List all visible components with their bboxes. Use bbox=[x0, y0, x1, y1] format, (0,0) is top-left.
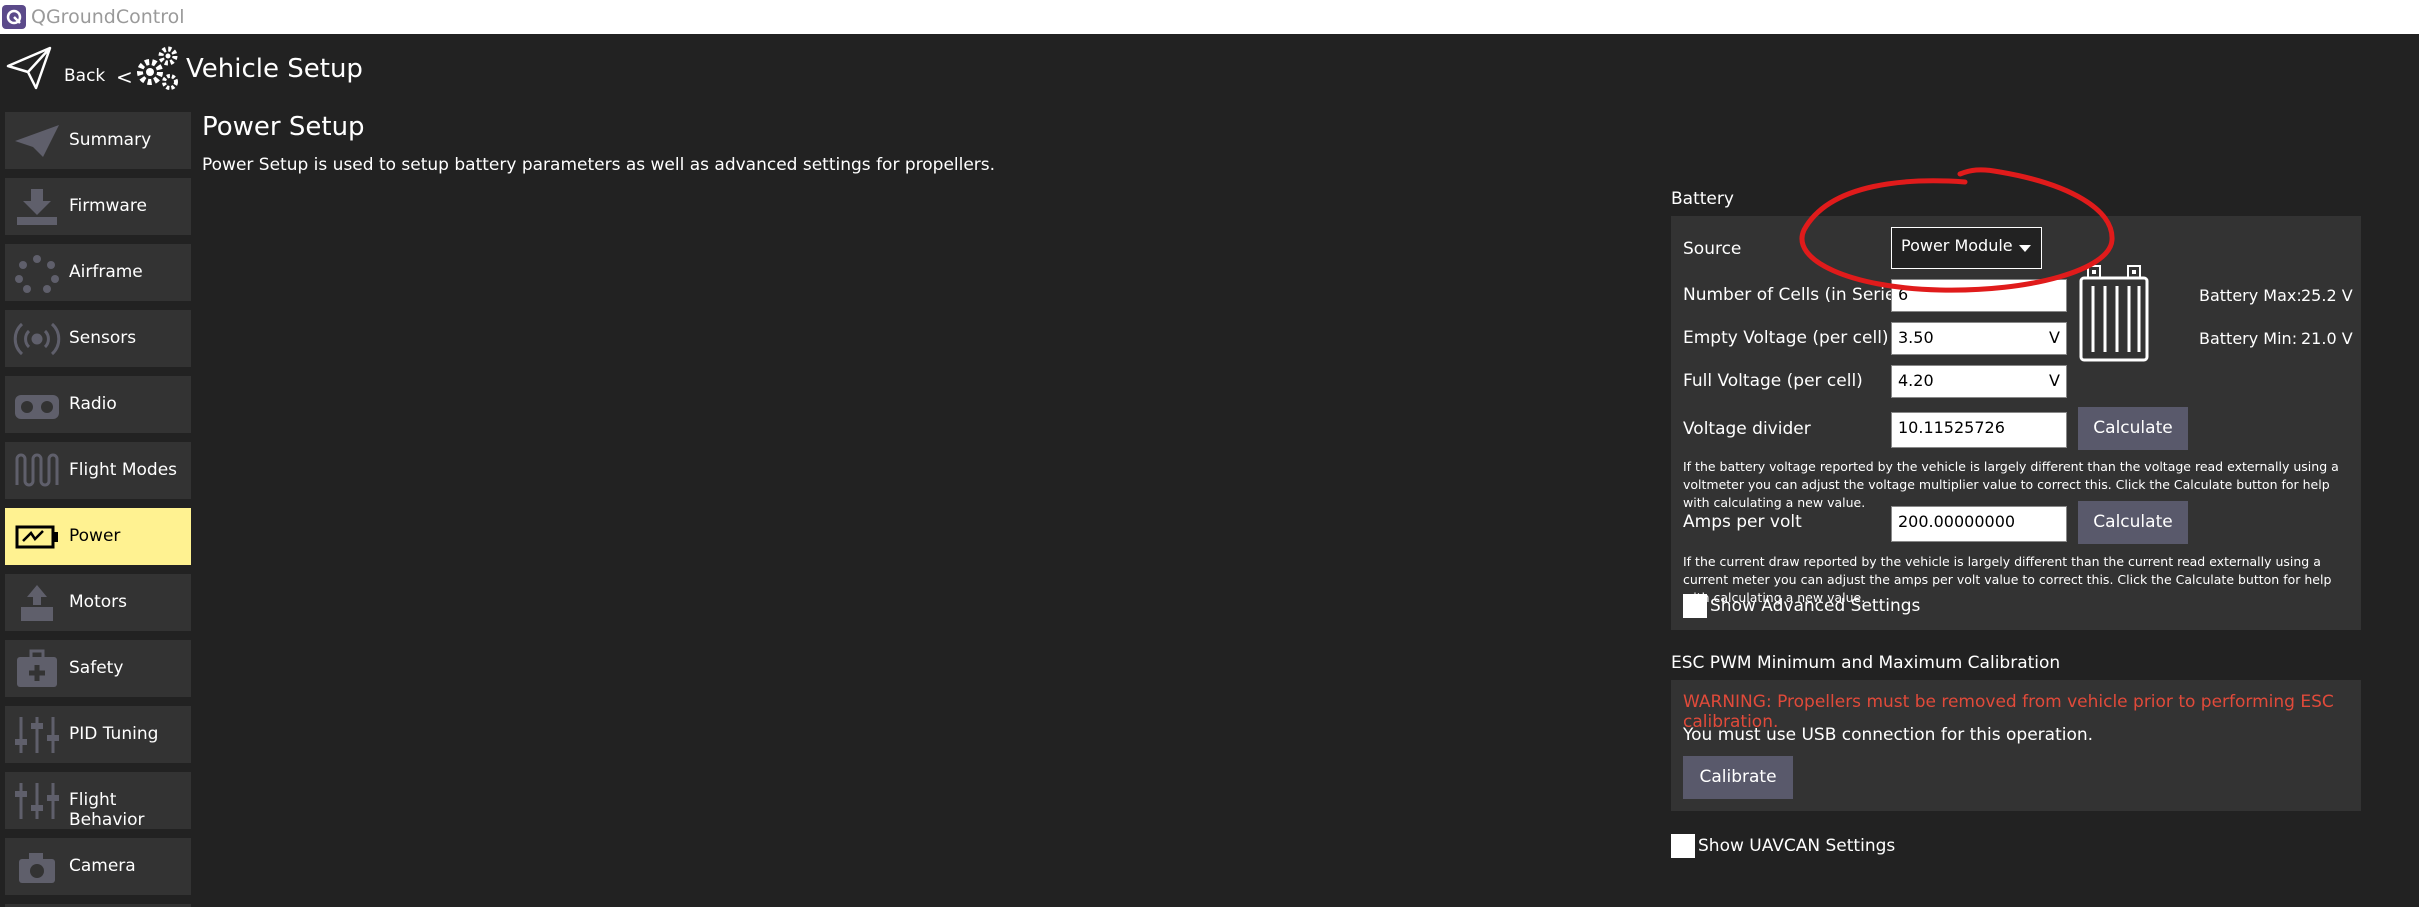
esc-usb-note: You must use USB connection for this ope… bbox=[1683, 725, 2094, 745]
voltage-calculate-button[interactable]: Calculate bbox=[2078, 407, 2188, 450]
battery-max-label: Battery Max: bbox=[2199, 286, 2302, 305]
cells-label: Number of Cells (in Series) bbox=[1683, 285, 1911, 305]
unit-label: V bbox=[2049, 371, 2060, 390]
gears-icon bbox=[137, 46, 178, 90]
qgc-app-icon bbox=[2, 5, 26, 29]
empty-voltage-input[interactable]: 3.50 V bbox=[1891, 322, 2067, 355]
page-description: Power Setup is used to setup battery par… bbox=[202, 155, 996, 175]
full-voltage-input[interactable]: 4.20 V bbox=[1891, 365, 2067, 398]
advanced-settings-checkbox[interactable] bbox=[1683, 594, 1707, 618]
source-value: Power Module bbox=[1901, 236, 2013, 255]
amps-per-volt-input[interactable]: 200.00000000 bbox=[1891, 506, 2067, 542]
battery-min-label: Battery Min: bbox=[2199, 329, 2298, 348]
sidebar-item-label: Power bbox=[69, 526, 121, 546]
window-title-bar: QGroundControl bbox=[0, 0, 2419, 34]
battery-min-value: 21.0 V bbox=[2301, 329, 2353, 348]
sidebar-item-label: Safety bbox=[69, 658, 124, 678]
flight-modes-icon bbox=[15, 453, 59, 487]
calibrate-button[interactable]: Calibrate bbox=[1683, 756, 1793, 799]
empty-voltage-label: Empty Voltage (per cell) bbox=[1683, 328, 1889, 348]
sidebar-item-summary[interactable]: Summary bbox=[5, 112, 191, 169]
voltage-divider-label: Voltage divider bbox=[1683, 419, 1811, 439]
battery-icon bbox=[15, 525, 58, 549]
sidebar-item-label: Flight Behavior bbox=[69, 790, 145, 830]
sidebar-item-label: Flight Modes bbox=[69, 460, 178, 480]
cells-value: 6 bbox=[1898, 285, 1909, 304]
breadcrumb-separator: < bbox=[116, 65, 133, 89]
airframe-icon bbox=[15, 255, 59, 293]
sidebar-item-label: Radio bbox=[69, 394, 117, 414]
amps-per-volt-value: 200.00000000 bbox=[1898, 512, 2016, 531]
sidebar-item-label: PID Tuning bbox=[69, 724, 159, 744]
esc-section-title: ESC PWM Minimum and Maximum Calibration bbox=[1671, 653, 2061, 673]
unit-label: V bbox=[2049, 328, 2060, 347]
paper-plane-icon bbox=[15, 125, 59, 157]
sidebar-item-flight-modes[interactable]: Flight Modes bbox=[5, 442, 191, 499]
sidebar-item-sensors[interactable]: Sensors bbox=[5, 310, 191, 367]
sidebar-item-airframe[interactable]: Airframe bbox=[5, 244, 191, 301]
battery-max-value: 25.2 V bbox=[2301, 286, 2353, 305]
page-header-title: Vehicle Setup bbox=[186, 54, 363, 84]
paper-plane-icon bbox=[6, 46, 52, 90]
voltage-divider-input[interactable]: 10.11525726 bbox=[1891, 412, 2067, 448]
sidebar-item-label: Sensors bbox=[69, 328, 137, 348]
sidebar-item-camera[interactable]: Camera bbox=[5, 838, 191, 895]
sidebar-item-label: Camera bbox=[69, 856, 136, 876]
battery-graphic-icon bbox=[2079, 265, 2149, 362]
sidebar-item-power[interactable]: Power bbox=[5, 508, 191, 565]
full-voltage-label: Full Voltage (per cell) bbox=[1683, 371, 1863, 391]
sidebar-item-label: Firmware bbox=[69, 196, 147, 216]
sidebar-item-label: Motors bbox=[69, 592, 127, 612]
source-label: Source bbox=[1683, 239, 1742, 259]
full-voltage-value: 4.20 bbox=[1898, 371, 1934, 390]
page-title: Power Setup bbox=[202, 112, 365, 142]
chevron-down-icon bbox=[2019, 245, 2031, 252]
camera-icon bbox=[19, 853, 55, 883]
uavcan-settings-label: Show UAVCAN Settings bbox=[1698, 836, 1896, 856]
voltage-divider-value: 10.11525726 bbox=[1898, 418, 2005, 437]
sidebar-item-label: Airframe bbox=[69, 262, 143, 282]
source-dropdown[interactable]: Power Module bbox=[1891, 227, 2042, 269]
sliders-icon bbox=[15, 717, 59, 753]
medkit-icon bbox=[17, 649, 57, 687]
back-label: Back bbox=[64, 66, 106, 86]
battery-section-title: Battery bbox=[1671, 189, 1734, 209]
sidebar-item-safety[interactable]: Safety bbox=[5, 640, 191, 697]
uavcan-settings-checkbox[interactable] bbox=[1671, 834, 1695, 858]
sidebar-item-pid-tuning[interactable]: PID Tuning bbox=[5, 706, 191, 763]
back-button[interactable]: Back < bbox=[6, 44, 133, 98]
sidebar-item-firmware[interactable]: Firmware bbox=[5, 178, 191, 235]
sensors-icon bbox=[13, 322, 61, 356]
sidebar-item-label: Summary bbox=[69, 130, 152, 150]
voltage-help-text: If the battery voltage reported by the v… bbox=[1683, 459, 2339, 510]
toolbar: Back < Vehicle Setup bbox=[0, 34, 2419, 106]
download-icon bbox=[17, 189, 57, 225]
amps-calculate-button[interactable]: Calculate bbox=[2078, 501, 2188, 544]
sliders-icon bbox=[15, 783, 59, 819]
sidebar-item-flight-behavior[interactable]: Flight Behavior bbox=[5, 772, 191, 830]
empty-voltage-value: 3.50 bbox=[1898, 328, 1934, 347]
radio-icon bbox=[15, 395, 59, 419]
amps-per-volt-label: Amps per volt bbox=[1683, 512, 1802, 532]
cells-input[interactable]: 6 bbox=[1891, 279, 2067, 312]
sidebar-item-motors[interactable]: Motors bbox=[5, 574, 191, 631]
advanced-settings-label: Show Advanced Settings bbox=[1710, 596, 1921, 616]
window-title: QGroundControl bbox=[31, 6, 185, 28]
sidebar-item-radio[interactable]: Radio bbox=[5, 376, 191, 433]
motors-icon bbox=[21, 585, 53, 621]
setup-sidebar: Summary Firmware Airframe Sensors Radio … bbox=[0, 106, 196, 907]
